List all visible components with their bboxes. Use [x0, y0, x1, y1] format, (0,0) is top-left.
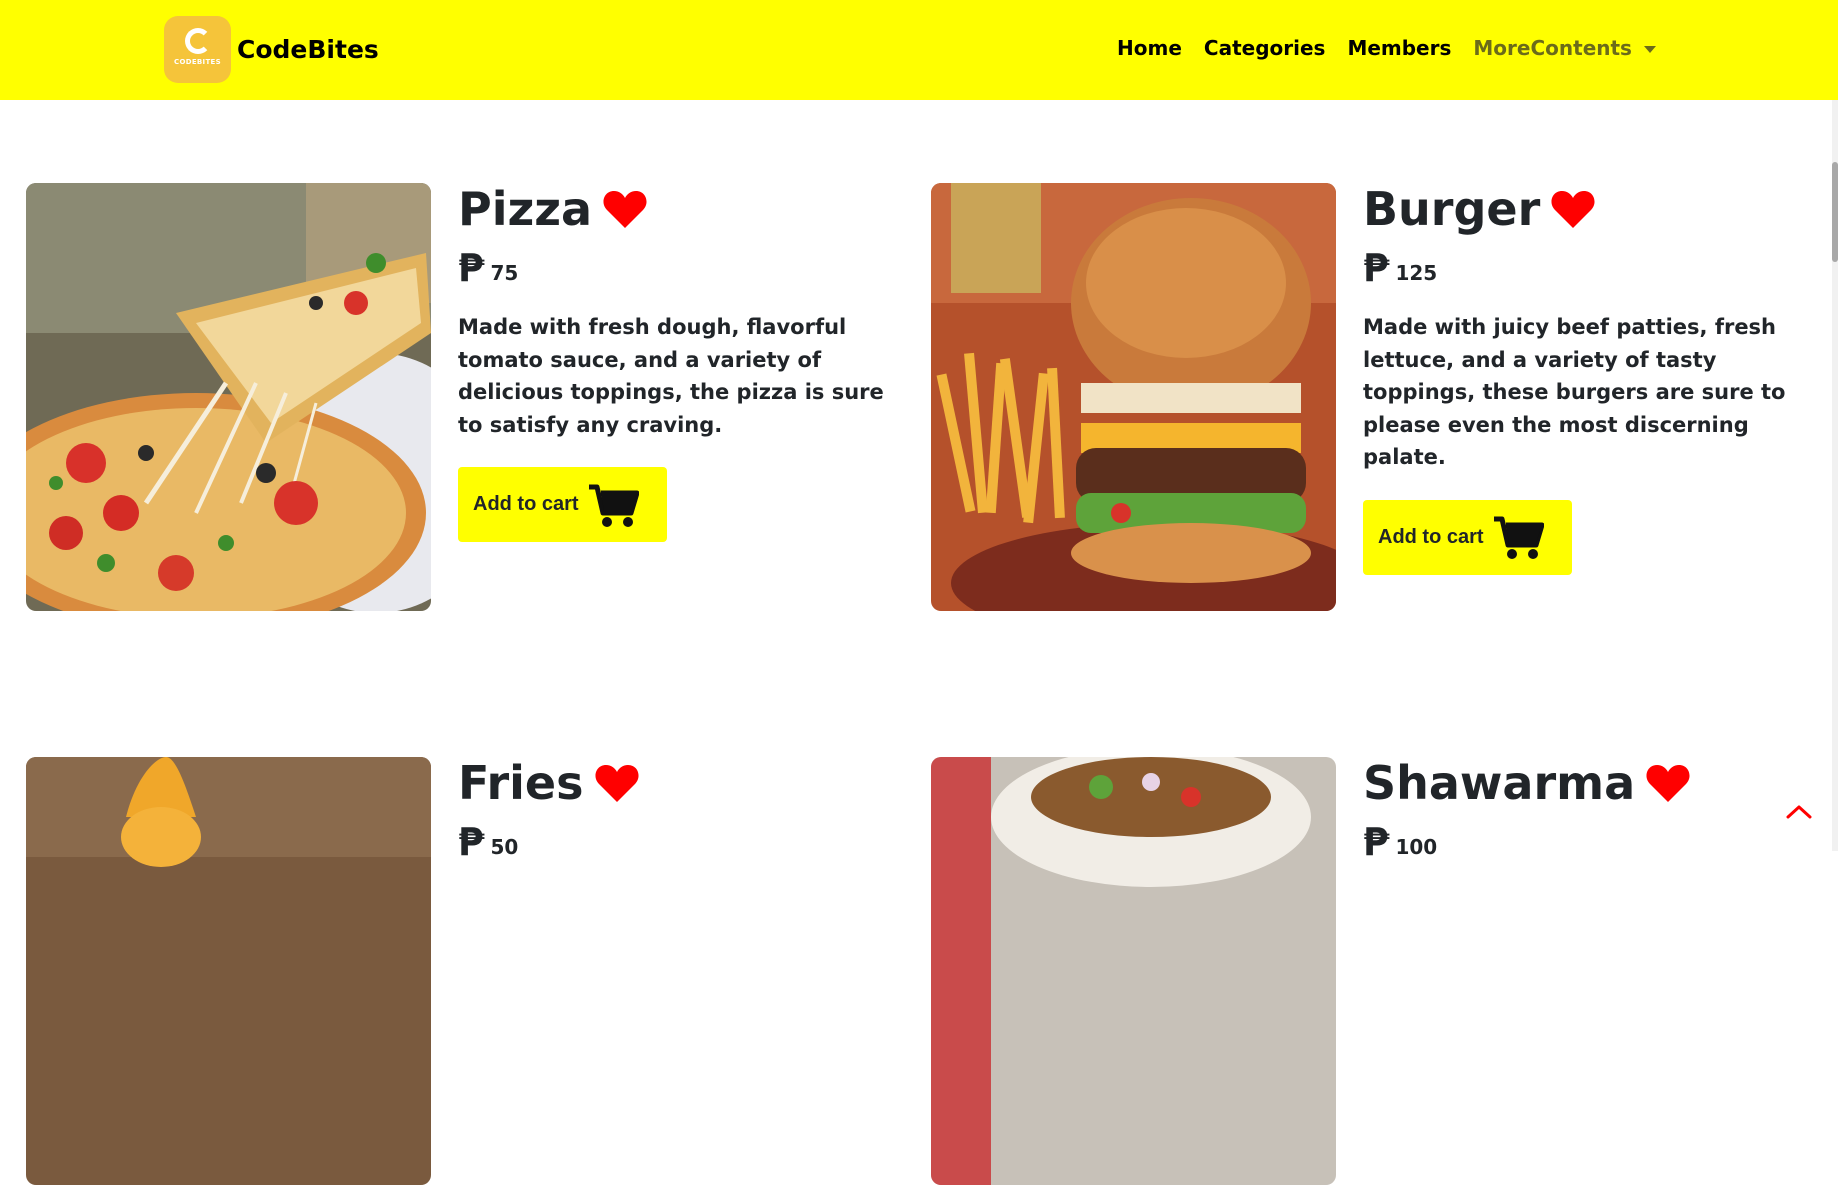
navbar: CODEBITES CodeBites Home Categories Memb…: [0, 0, 1838, 100]
cart-icon: [588, 484, 639, 527]
brand-link[interactable]: CODEBITES CodeBites: [164, 16, 379, 83]
chevron-up-icon[interactable]: [1784, 800, 1814, 822]
add-to-cart-button[interactable]: Add to cart: [458, 467, 667, 542]
food-title: Burger: [1363, 182, 1541, 236]
caret-down-icon[interactable]: [1643, 45, 1656, 53]
add-to-cart-label: Add to cart: [1378, 525, 1484, 548]
burger-card-body: Burger ₱ 125 Made with juicy beef pattie…: [1363, 183, 1813, 575]
fries-image: [26, 757, 431, 1185]
fries-photo: [26, 757, 431, 1185]
peso-icon: ₱: [1363, 246, 1390, 290]
brand-name: CodeBites: [237, 35, 379, 64]
pizza-card-body: Pizza ₱ 75 Made with fresh dough, flavor…: [458, 183, 908, 542]
logo-mark-icon: [184, 27, 211, 54]
food-title: Fries: [458, 756, 584, 810]
logo-text: CODEBITES: [174, 57, 221, 66]
burger-photo: [931, 183, 1336, 611]
price: 50: [490, 835, 519, 859]
nav-categories[interactable]: Categories: [1204, 36, 1326, 60]
food-title: Pizza: [458, 182, 593, 236]
add-to-cart-button[interactable]: Add to cart: [1363, 499, 1572, 575]
pizza-image: [26, 183, 431, 611]
pizza-price-row: ₱ 75: [458, 247, 908, 287]
fries-title-row: Fries: [458, 757, 908, 809]
food-title: Shawarma: [1363, 756, 1636, 810]
heart-icon[interactable]: [602, 188, 648, 230]
shawarma-photo: [931, 757, 1336, 1185]
heart-icon[interactable]: [594, 762, 640, 804]
pizza-photo: [26, 183, 431, 611]
pizza-title-row: Pizza: [458, 183, 908, 235]
heart-icon[interactable]: [1645, 762, 1691, 804]
fries-card-body: Fries ₱ 50: [458, 757, 908, 861]
nav-home[interactable]: Home: [1117, 36, 1182, 60]
peso-icon: ₱: [458, 246, 485, 290]
food-description: Made with fresh dough, flavorful tomato …: [458, 315, 884, 437]
peso-icon: ₱: [1363, 820, 1390, 864]
page-scrollbar[interactable]: [1832, 100, 1838, 851]
shawarma-price-row: ₱ 100: [1363, 821, 1813, 861]
shawarma-title-row: Shawarma: [1363, 757, 1813, 809]
price: 75: [490, 261, 519, 285]
burger-price-row: ₱ 125: [1363, 247, 1813, 287]
cart-icon: [1493, 516, 1544, 559]
brand-logo: CODEBITES: [164, 16, 231, 83]
nav-links: Home Categories Members MoreContents: [1117, 30, 1656, 66]
heart-icon[interactable]: [1550, 188, 1596, 230]
nav-members[interactable]: Members: [1347, 36, 1451, 60]
add-to-cart-label: Add to cart: [473, 493, 579, 515]
shawarma-image: [931, 757, 1336, 1185]
burger-title-row: Burger: [1363, 183, 1813, 235]
peso-icon: ₱: [458, 820, 485, 864]
fries-price-row: ₱ 50: [458, 821, 908, 861]
scrollbar-thumb[interactable]: [1832, 162, 1838, 262]
price: 125: [1395, 261, 1438, 285]
nav-more-contents-dropdown[interactable]: MoreContents: [1473, 36, 1632, 60]
food-description: Made with juicy beef patties, fresh lett…: [1363, 315, 1786, 469]
burger-image: [931, 183, 1336, 611]
price: 100: [1395, 835, 1438, 859]
shawarma-card-body: Shawarma ₱ 100: [1363, 757, 1813, 861]
